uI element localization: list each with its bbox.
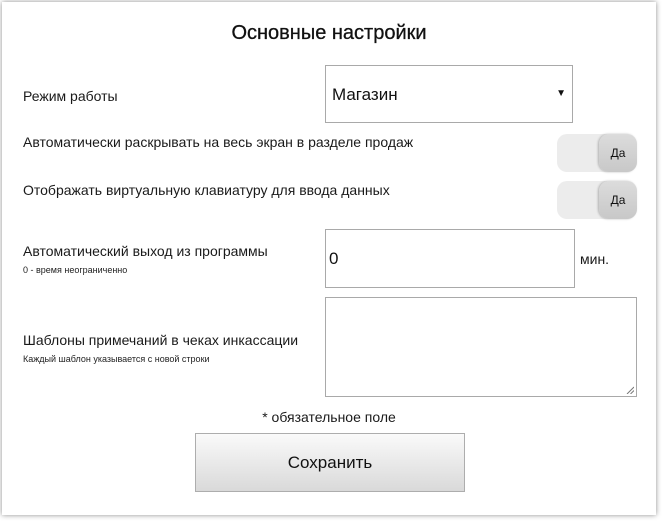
mode-label: Режим работы xyxy=(23,88,118,104)
required-field-note: * обязательное поле xyxy=(262,409,396,425)
keyboard-toggle[interactable]: Да xyxy=(557,181,637,219)
fullscreen-toggle[interactable]: Да xyxy=(557,134,637,172)
templates-textarea[interactable] xyxy=(325,297,637,397)
templates-label: Шаблоны примечаний в чеках инкассации xyxy=(23,332,299,348)
fullscreen-label: Автоматически раскрывать на весь экран в… xyxy=(23,134,414,150)
keyboard-label: Отображать виртуальную клавиатуру для вв… xyxy=(23,182,390,198)
auto-exit-unit: мин. xyxy=(580,251,610,267)
keyboard-toggle-knob: Да xyxy=(599,181,637,219)
auto-exit-label: Автоматический выход из программы xyxy=(23,243,268,259)
auto-exit-input[interactable]: 0 xyxy=(325,229,575,288)
fullscreen-toggle-knob: Да xyxy=(599,134,637,172)
mode-select[interactable]: Магазин ▼ xyxy=(325,65,573,123)
save-button[interactable]: Сохранить xyxy=(195,433,465,492)
auto-exit-value: 0 xyxy=(329,249,339,268)
templates-hint: Каждый шаблон указывается с новой строки xyxy=(23,354,210,364)
resize-grip-icon[interactable] xyxy=(626,386,634,394)
settings-panel: Основные настройки Режим работы Магазин … xyxy=(2,2,656,515)
page-title: Основные настройки xyxy=(231,22,427,44)
mode-select-value: Магазин xyxy=(332,85,398,104)
chevron-down-icon: ▼ xyxy=(556,88,566,99)
auto-exit-hint: 0 - время неограниченно xyxy=(23,265,128,275)
